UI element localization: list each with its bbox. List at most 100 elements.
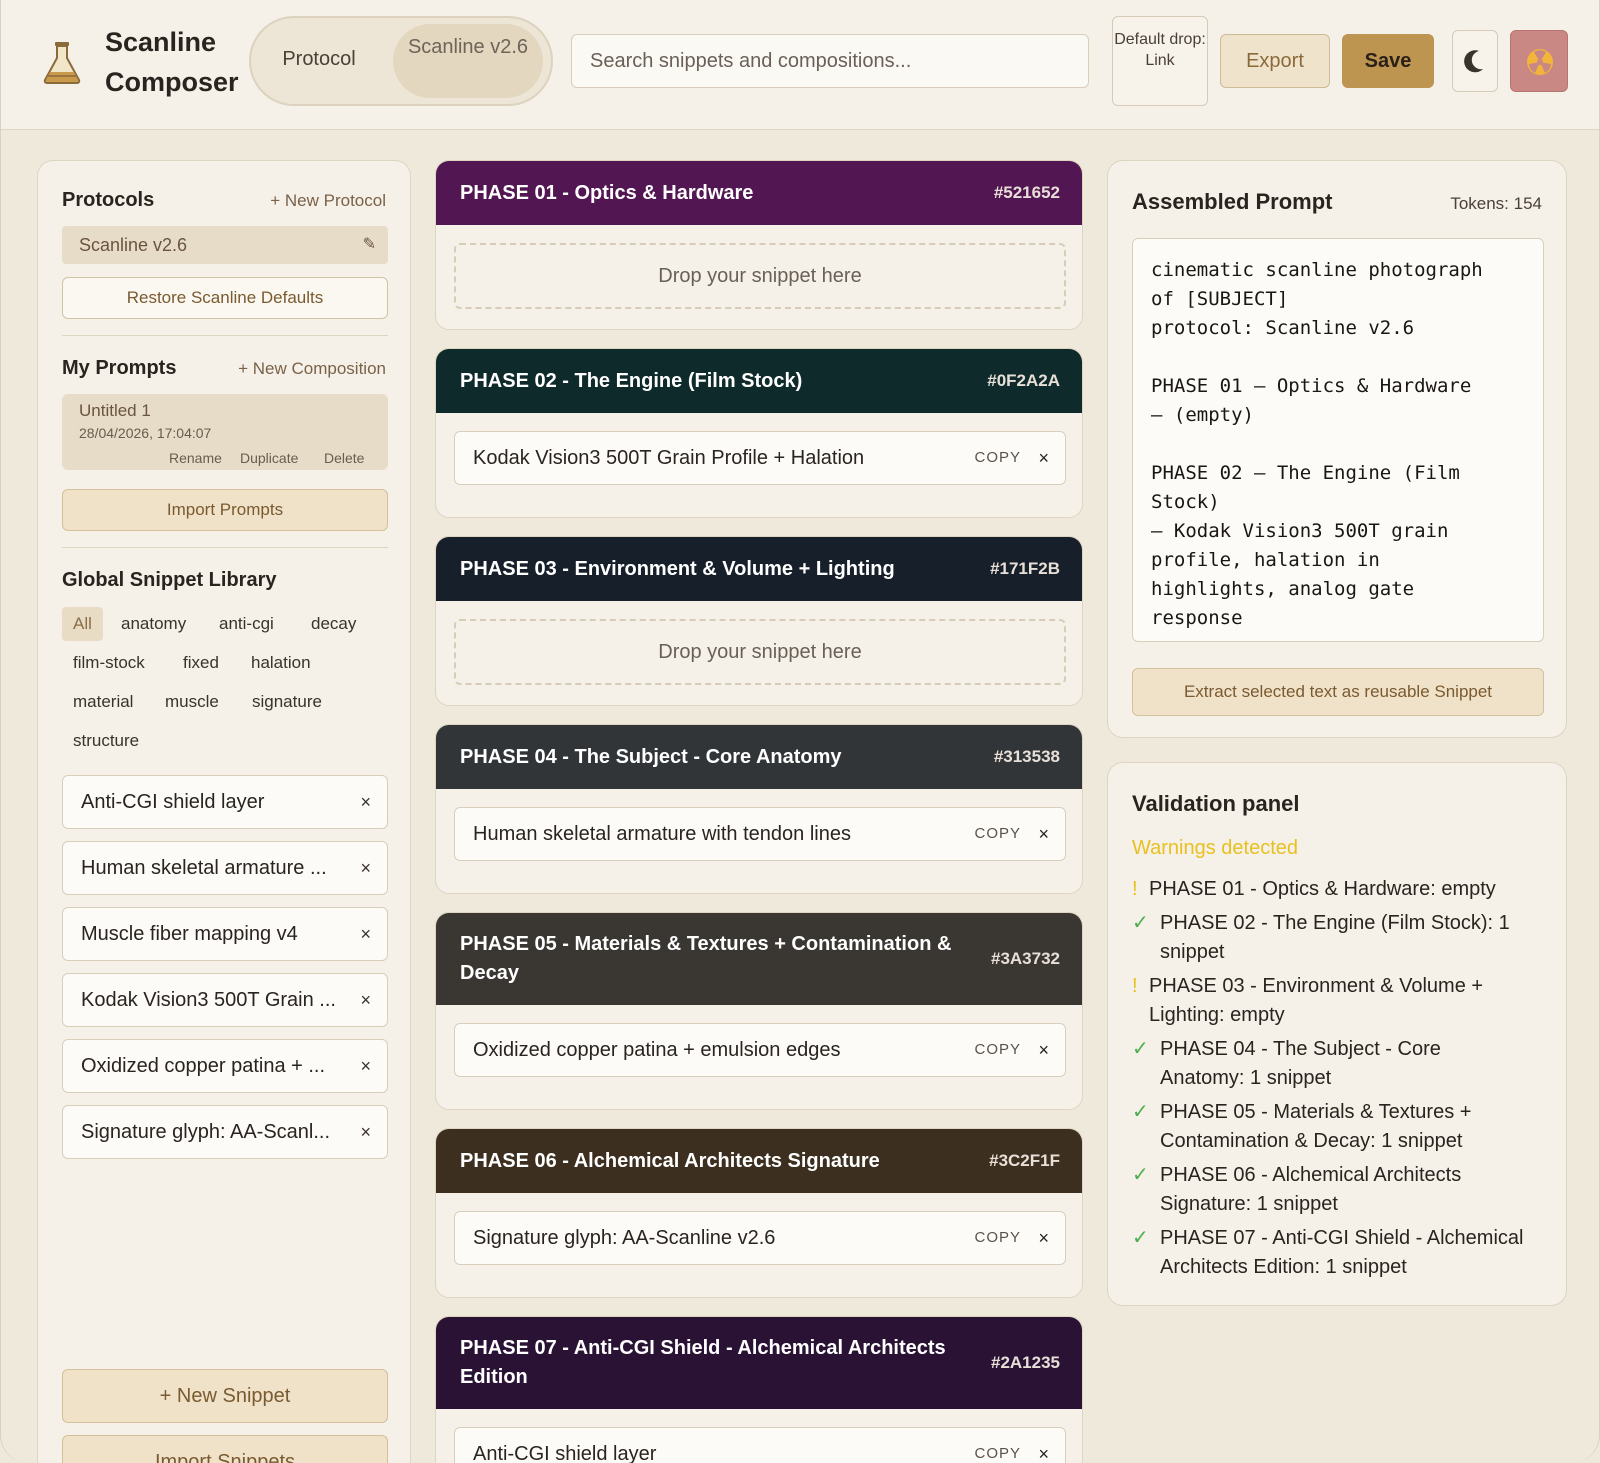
theme-toggle-button[interactable] (1452, 30, 1498, 92)
validation-item: ✓ PHASE 04 - The Subject - Core Anatomy:… (1132, 1035, 1552, 1093)
prompt-date: 28/04/2026, 17:04:07 (79, 425, 212, 441)
tag-muscle[interactable]: muscle (154, 685, 230, 719)
check-icon: ✓ (1132, 1227, 1149, 1249)
close-icon[interactable]: × (1038, 808, 1049, 860)
validation-text: PHASE 05 - Materials & Textures + Contam… (1160, 1101, 1472, 1152)
moon-icon (1464, 50, 1483, 73)
tag-material[interactable]: material (62, 685, 144, 719)
phase-title: PHASE 02 - The Engine (Film Stock) (460, 370, 803, 392)
phase-snippet-chip[interactable]: Human skeletal armature with tendon line… (454, 807, 1066, 861)
protocol-value[interactable]: Scanline v2.6 (393, 24, 543, 98)
rename-link[interactable]: Rename (169, 450, 222, 466)
close-icon[interactable]: × (360, 1106, 371, 1158)
tag-structure[interactable]: structure (62, 724, 150, 758)
new-protocol-link[interactable]: + New Protocol (270, 191, 386, 211)
phase-title: PHASE 04 - The Subject - Core Anatomy (460, 746, 842, 768)
phase-03: PHASE 03 - Environment & Volume + Lighti… (435, 536, 1083, 706)
phase-snippet-label: Signature glyph: AA-Scanline v2.6 (473, 1227, 776, 1249)
validation-item: ! PHASE 01 - Optics & Hardware: empty (1132, 875, 1552, 904)
protocol-item[interactable]: Scanline v2.6 ✎ (62, 226, 388, 264)
phase-04: PHASE 04 - The Subject - Core Anatomy #3… (435, 724, 1083, 894)
phase-header: PHASE 01 - Optics & Hardware #521652 (436, 161, 1082, 225)
radiation-icon (1527, 49, 1553, 75)
phase-01: PHASE 01 - Optics & Hardware #521652 Dro… (435, 160, 1083, 330)
save-button[interactable]: Save (1342, 34, 1434, 88)
import-prompts-button[interactable]: Import Prompts (62, 489, 388, 531)
snippet-dropzone[interactable]: Drop your snippet here (454, 619, 1066, 685)
delete-link[interactable]: Delete (324, 450, 364, 466)
close-icon[interactable]: × (1038, 1212, 1049, 1264)
phase-05: PHASE 05 - Materials & Textures + Contam… (435, 912, 1083, 1110)
divider (62, 335, 388, 336)
phase-07: PHASE 07 - Anti-CGI Shield - Alchemical … (435, 1316, 1083, 1463)
search-input[interactable] (571, 34, 1089, 88)
phase-title: PHASE 01 - Optics & Hardware (460, 182, 754, 204)
phase-snippet-chip[interactable]: Oxidized copper patina + emulsion edges … (454, 1023, 1066, 1077)
tag-signature[interactable]: signature (241, 685, 333, 719)
pencil-icon[interactable]: ✎ (363, 226, 376, 264)
snippet-dropzone[interactable]: Drop your snippet here (454, 243, 1066, 309)
prompt-card[interactable]: Untitled 1 28/04/2026, 17:04:07 Rename D… (62, 394, 388, 470)
phase-snippet-chip[interactable]: Anti-CGI shield layer COPY × (454, 1427, 1066, 1463)
close-icon[interactable]: × (1038, 432, 1049, 484)
default-drop-toggle[interactable]: Default drop: Link (1112, 16, 1208, 106)
prompt-name: Untitled 1 (79, 401, 151, 420)
top-bar: Scanline Composer Protocol Scanline v2.6… (1, 0, 1599, 130)
library-snippet[interactable]: Muscle fiber mapping v4 × (62, 907, 388, 961)
library-snippet[interactable]: Anti-CGI shield layer × (62, 775, 388, 829)
validation-text: PHASE 07 - Anti-CGI Shield - Alchemical … (1160, 1227, 1524, 1278)
copy-button[interactable]: COPY (974, 432, 1021, 484)
library-snippet-label: Oxidized copper patina + ... (81, 1055, 326, 1077)
library-snippet[interactable]: Kodak Vision3 500T Grain ... × (62, 973, 388, 1027)
divider (62, 547, 388, 548)
app-title: Scanline Composer (105, 27, 239, 97)
tag-all[interactable]: All (62, 607, 103, 641)
duplicate-link[interactable]: Duplicate (240, 450, 298, 466)
phase-header: PHASE 02 - The Engine (Film Stock) #0F2A… (436, 349, 1082, 413)
close-icon[interactable]: × (360, 974, 371, 1026)
protocol-switcher[interactable]: Protocol Scanline v2.6 (249, 16, 553, 106)
library-snippet[interactable]: Oxidized copper patina + ... × (62, 1039, 388, 1093)
new-composition-link[interactable]: + New Composition (238, 359, 386, 379)
validation-title: Validation panel (1132, 791, 1300, 816)
tag-fixed[interactable]: fixed (172, 646, 230, 680)
phase-header: PHASE 03 - Environment & Volume + Lighti… (436, 537, 1082, 601)
restore-defaults-button[interactable]: Restore Scanline Defaults (62, 277, 388, 319)
check-icon: ✓ (1132, 1101, 1149, 1123)
tag-anatomy[interactable]: anatomy (110, 607, 197, 641)
app-window: Scanline Composer Protocol Scanline v2.6… (0, 0, 1600, 1463)
copy-button[interactable]: COPY (974, 1024, 1021, 1076)
phase-snippet-chip[interactable]: Signature glyph: AA-Scanline v2.6 COPY × (454, 1211, 1066, 1265)
library-snippet[interactable]: Signature glyph: AA-Scanl... × (62, 1105, 388, 1159)
export-button[interactable]: Export (1220, 34, 1330, 88)
tag-halation[interactable]: halation (240, 646, 322, 680)
validation-item: ✓ PHASE 02 - The Engine (Film Stock): 1 … (1132, 909, 1552, 967)
tag-anti-cgi[interactable]: anti-cgi (208, 607, 285, 641)
extract-snippet-button[interactable]: Extract selected text as reusable Snippe… (1132, 668, 1544, 716)
import-snippets-button[interactable]: Import Snippets (62, 1435, 388, 1463)
copy-button[interactable]: COPY (974, 1212, 1021, 1264)
phase-hex: #3C2F1F (989, 1151, 1060, 1170)
phase-snippet-label: Oxidized copper patina + emulsion edges (473, 1039, 841, 1061)
close-icon[interactable]: × (360, 908, 371, 960)
copy-button[interactable]: COPY (974, 1428, 1021, 1463)
copy-button[interactable]: COPY (974, 808, 1021, 860)
validation-item: ✓ PHASE 07 - Anti-CGI Shield - Alchemica… (1132, 1224, 1552, 1282)
profile-button[interactable] (1510, 30, 1568, 92)
validation-text: PHASE 04 - The Subject - Core Anatomy: 1… (1160, 1038, 1441, 1089)
snippet-library-title: Global Snippet Library (62, 569, 277, 591)
phase-snippet-chip[interactable]: Kodak Vision3 500T Grain Profile + Halat… (454, 431, 1066, 485)
close-icon[interactable]: × (360, 842, 371, 894)
close-icon[interactable]: × (1038, 1428, 1049, 1463)
phase-title: PHASE 06 - Alchemical Architects Signatu… (460, 1150, 880, 1172)
check-icon: ✓ (1132, 1038, 1149, 1060)
assembled-prompt-text[interactable]: cinematic scanline photograph of [SUBJEC… (1132, 238, 1544, 642)
library-snippet[interactable]: Human skeletal armature ... × (62, 841, 388, 895)
tag-decay[interactable]: decay (300, 607, 367, 641)
tag-film-stock[interactable]: film-stock (62, 646, 156, 680)
close-icon[interactable]: × (360, 1040, 371, 1092)
phase-hex: #521652 (993, 183, 1060, 202)
new-snippet-button[interactable]: + New Snippet (62, 1369, 388, 1423)
close-icon[interactable]: × (1038, 1024, 1049, 1076)
close-icon[interactable]: × (360, 776, 371, 828)
